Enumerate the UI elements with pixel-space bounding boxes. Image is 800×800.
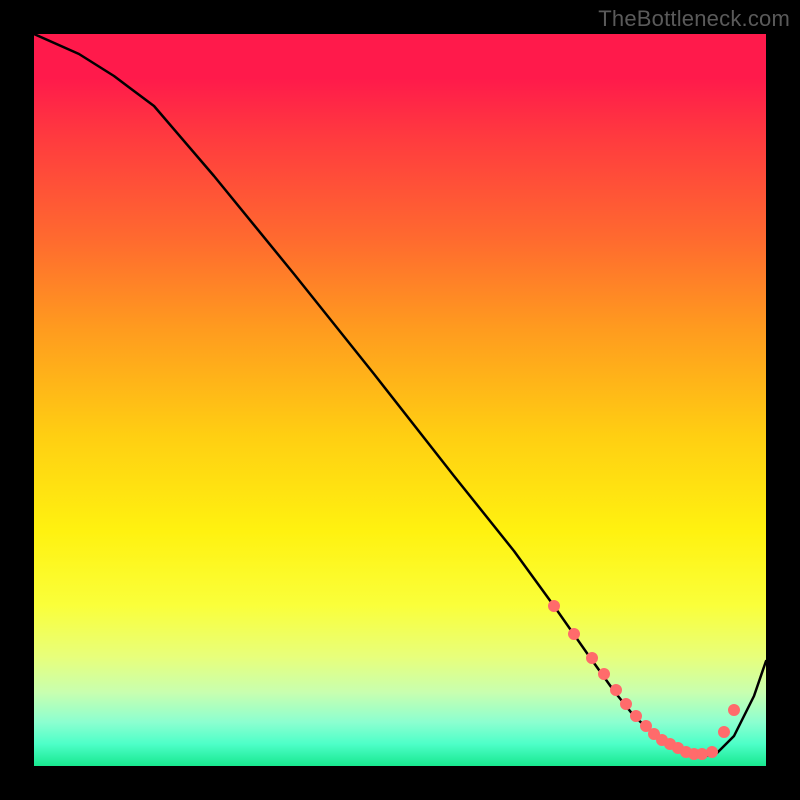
chart-frame: TheBottleneck.com (0, 0, 800, 800)
highlight-dots (549, 601, 740, 760)
highlight-dot (569, 629, 580, 640)
highlight-dot (611, 685, 622, 696)
highlight-dot (729, 705, 740, 716)
watermark-text: TheBottleneck.com (598, 6, 790, 32)
highlight-dot (587, 653, 598, 664)
highlight-dot (631, 711, 642, 722)
highlight-dot (697, 749, 708, 760)
plot-area (34, 34, 766, 766)
highlight-dot (549, 601, 560, 612)
highlight-dot (621, 699, 632, 710)
highlight-dot (719, 727, 730, 738)
highlight-dot (707, 747, 718, 758)
curve-layer (34, 34, 766, 766)
bottleneck-curve (34, 34, 766, 756)
highlight-dot (599, 669, 610, 680)
